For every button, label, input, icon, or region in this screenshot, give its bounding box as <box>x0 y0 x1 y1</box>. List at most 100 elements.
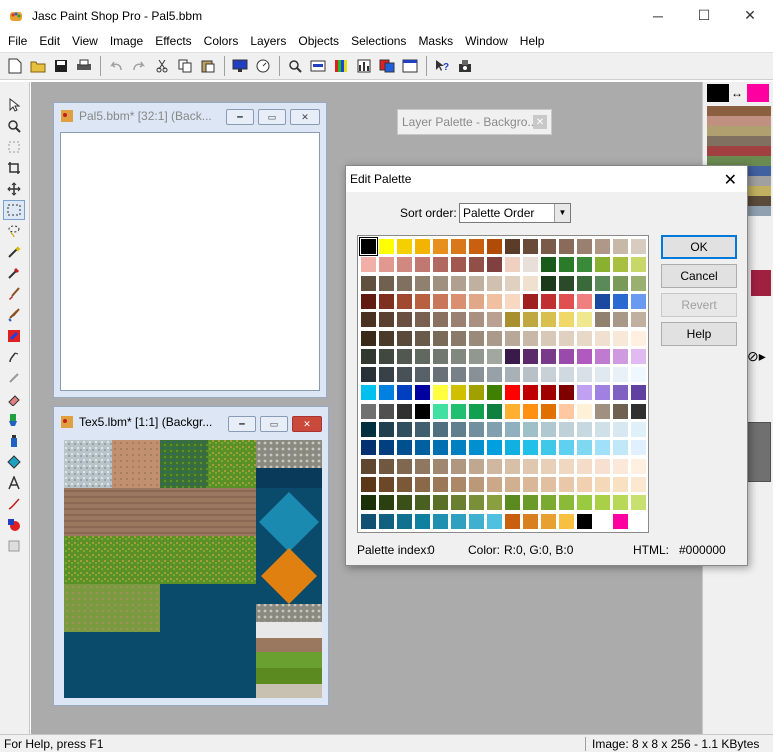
palette-swatch[interactable] <box>595 239 610 254</box>
palette-swatch[interactable] <box>397 403 412 419</box>
palette-swatch[interactable] <box>523 348 538 364</box>
palette-swatch[interactable] <box>415 385 430 401</box>
palette-swatch[interactable] <box>559 458 574 474</box>
palette-swatch[interactable] <box>613 275 628 291</box>
palette-swatch[interactable] <box>379 458 394 474</box>
toggle-toolbar-icon[interactable] <box>307 56 328 77</box>
palette-swatch[interactable] <box>469 367 484 383</box>
palette-swatch[interactable] <box>451 440 466 456</box>
palette-swatch[interactable] <box>613 348 628 364</box>
palette-swatch[interactable] <box>523 385 538 401</box>
palette-swatch[interactable] <box>595 348 610 364</box>
palette-swatch[interactable] <box>577 312 592 328</box>
palette-swatch[interactable] <box>559 330 574 346</box>
palette-swatch[interactable] <box>397 385 412 401</box>
overview-icon[interactable] <box>252 56 273 77</box>
object-selector-icon[interactable] <box>3 536 25 556</box>
text-tool-icon[interactable] <box>3 473 25 493</box>
palette-swatch[interactable] <box>613 458 628 474</box>
palette-swatch[interactable] <box>613 293 628 309</box>
palette-swatch[interactable] <box>379 403 394 419</box>
palette-swatch[interactable] <box>505 403 520 419</box>
palette-swatch[interactable] <box>541 348 556 364</box>
retouch-tool-icon[interactable] <box>3 347 25 367</box>
maximize-button[interactable]: ☐ <box>681 0 727 31</box>
document-window-tex5[interactable]: Tex5.lbm* [1:1] (Backgr... ━ ▭ ✕ <box>53 406 329 706</box>
palette-swatch[interactable] <box>433 513 448 529</box>
palette-swatch[interactable] <box>451 330 466 346</box>
palette-swatch[interactable] <box>397 440 412 456</box>
palette-swatch[interactable] <box>487 513 502 529</box>
menu-help[interactable]: Help <box>514 34 551 48</box>
palette-swatch[interactable] <box>469 257 484 273</box>
palette-swatch[interactable] <box>577 293 592 309</box>
palette-swatch[interactable] <box>487 348 502 364</box>
palette-swatch[interactable] <box>505 239 520 254</box>
palette-swatch[interactable] <box>523 403 538 419</box>
palette-swatch[interactable] <box>379 239 394 254</box>
palette-swatch[interactable] <box>577 330 592 346</box>
palette-swatch[interactable] <box>505 495 520 511</box>
palette-swatch[interactable] <box>523 367 538 383</box>
scratch-remover-icon[interactable] <box>3 368 25 388</box>
palette-swatch[interactable] <box>631 458 646 474</box>
palette-swatch[interactable] <box>397 330 412 346</box>
palette-swatch[interactable] <box>415 257 430 273</box>
palette-swatch[interactable] <box>433 495 448 511</box>
eraser-icon[interactable] <box>3 389 25 409</box>
palette-swatch[interactable] <box>433 385 448 401</box>
palette-swatch[interactable] <box>541 422 556 437</box>
palette-swatch[interactable] <box>379 293 394 309</box>
palette-swatch[interactable] <box>487 440 502 456</box>
palette-swatch[interactable] <box>559 275 574 291</box>
mover-tool-icon[interactable] <box>3 179 25 199</box>
palette-swatch[interactable] <box>415 312 430 328</box>
palette-swatch[interactable] <box>361 367 376 383</box>
palette-swatch[interactable] <box>360 238 377 255</box>
palette-swatch[interactable] <box>433 422 448 437</box>
palette-swatch[interactable] <box>631 257 646 273</box>
palette-swatch[interactable] <box>505 422 520 437</box>
palette-swatch[interactable] <box>397 476 412 492</box>
palette-swatch[interactable] <box>397 367 412 383</box>
palette-swatch[interactable] <box>613 495 628 511</box>
palette-swatch[interactable] <box>505 348 520 364</box>
palette-swatch[interactable] <box>523 330 538 346</box>
palette-swatch[interactable] <box>361 513 376 529</box>
layer-palette[interactable]: Layer Palette - Backgro... ✕ <box>397 109 552 135</box>
palette-swatch[interactable] <box>415 422 430 437</box>
palette-swatch[interactable] <box>505 275 520 291</box>
palette-swatch[interactable] <box>361 440 376 456</box>
layer-palette-icon[interactable] <box>376 56 397 77</box>
palette-swatch[interactable] <box>613 403 628 419</box>
palette-swatch[interactable] <box>559 476 574 492</box>
palette-swatch[interactable] <box>361 495 376 511</box>
palette-swatch[interactable] <box>379 348 394 364</box>
palette-swatch[interactable] <box>559 440 574 456</box>
palette-swatch[interactable] <box>541 458 556 474</box>
palette-swatch[interactable] <box>487 385 502 401</box>
cancel-button[interactable]: Cancel <box>661 264 737 288</box>
deformation-tool-icon[interactable] <box>3 137 25 157</box>
palette-swatch[interactable] <box>631 476 646 492</box>
palette-swatch[interactable] <box>379 476 394 492</box>
palette-swatch[interactable] <box>415 403 430 419</box>
palette-swatch[interactable] <box>469 312 484 328</box>
palette-swatch[interactable] <box>397 422 412 437</box>
minimize-button[interactable]: ─ <box>635 0 681 31</box>
palette-swatch[interactable] <box>631 422 646 437</box>
palette-swatch[interactable] <box>451 476 466 492</box>
palette-swatch[interactable] <box>379 422 394 437</box>
paste-icon[interactable] <box>197 56 218 77</box>
clone-brush-icon[interactable] <box>3 305 25 325</box>
palette-swatch[interactable] <box>613 440 628 456</box>
palette-swatch[interactable] <box>487 422 502 437</box>
palette-swatch[interactable] <box>469 476 484 492</box>
palette-swatch[interactable] <box>577 476 592 492</box>
palette-swatch[interactable] <box>577 348 592 364</box>
palette-swatch[interactable] <box>451 239 466 254</box>
palette-swatch[interactable] <box>397 293 412 309</box>
palette-swatch[interactable] <box>361 330 376 346</box>
texture-canvas[interactable] <box>64 440 322 698</box>
revert-button[interactable]: Revert <box>661 293 737 317</box>
